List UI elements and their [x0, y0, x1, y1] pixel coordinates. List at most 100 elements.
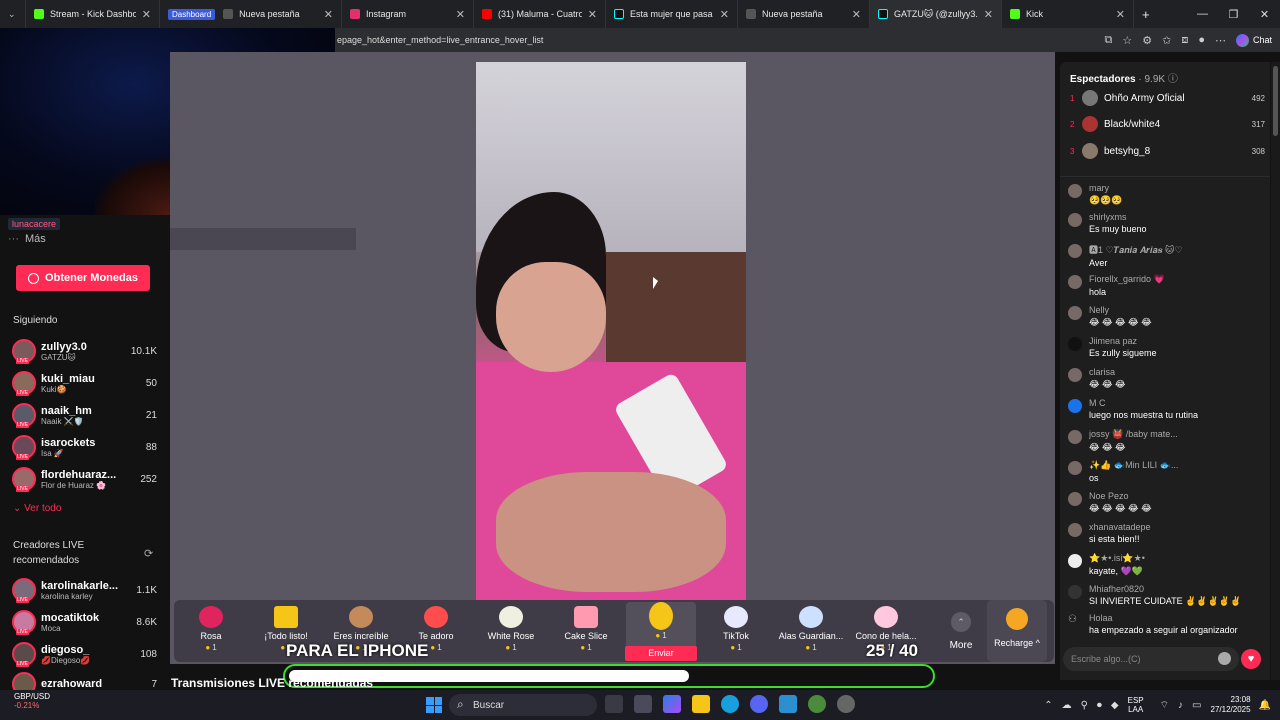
tab-new-tab-2[interactable]: Nueva pestaña ✕ [738, 0, 870, 28]
tab-tiktok-live[interactable]: GATZU🐱 (@zullyy3.0) es ✕ [870, 0, 1002, 28]
address-bar[interactable]: epage_hot&enter_method=live_entrance_hov… [335, 28, 1280, 52]
network-icon[interactable]: ⚲ [1081, 700, 1088, 711]
tab-menu-button[interactable]: ⌄ [0, 0, 26, 28]
following-item[interactable]: isarocketsIsa 🚀 88 [12, 433, 157, 461]
wifi-icon[interactable]: ⌔ [1160, 699, 1169, 712]
avatar [1068, 430, 1082, 444]
following-item[interactable]: flordehuaraz...Flor de Huaraz 🌸 252 [12, 465, 157, 493]
language-indicator[interactable]: ESP LAA [1128, 696, 1144, 714]
favorites-icon[interactable]: ✩ [1162, 34, 1171, 47]
recommended-item[interactable]: ezrahoward 7 [12, 670, 157, 690]
gift-rosa[interactable]: Rosa ● 1 [176, 602, 246, 660]
taskbar-search[interactable]: Buscar [449, 694, 597, 716]
more-gifts-button[interactable]: ⌃ More [938, 612, 984, 651]
cloud-icon[interactable]: ☁ [1062, 700, 1072, 711]
top-viewer[interactable]: 1 Ohño Army Oficial 492 [1070, 87, 1265, 109]
stream-goal-text: PARA EL IPHONE [286, 641, 429, 660]
close-icon[interactable]: ✕ [324, 8, 333, 21]
close-icon[interactable]: ✕ [852, 8, 861, 21]
chat-divider [1060, 176, 1270, 177]
chevron-up-icon[interactable]: ⌃ [1044, 700, 1052, 711]
scrollbar-thumb[interactable] [1273, 66, 1278, 136]
restore-icon[interactable]: ❐ [1218, 8, 1249, 21]
golden-gift-icon [649, 602, 673, 630]
app-icon[interactable] [779, 695, 797, 713]
recommended-item[interactable]: diegoso_💋Diegoso💋 108 [12, 640, 157, 668]
microphone-icon[interactable]: ⏺ [1097, 700, 1102, 711]
battery-icon[interactable]: ▭ [1192, 700, 1201, 711]
close-icon[interactable]: ✕ [1116, 8, 1125, 21]
gift-tiktok[interactable]: TikTok ● 1 [701, 602, 771, 660]
video-arm [496, 472, 726, 592]
chevron-up-icon: ⌃ [951, 612, 971, 632]
stage-placeholder-bar [170, 228, 356, 250]
minimize-icon[interactable]: — [1187, 8, 1218, 20]
top-viewer[interactable]: 3 betsyhg_8 308 [1070, 140, 1265, 162]
windows-start-icon[interactable] [426, 697, 442, 713]
close-icon[interactable]: ✕ [456, 8, 465, 21]
chat-message: Fiorellx_garrido 💗 hola [1068, 274, 1268, 297]
avatar [12, 371, 36, 396]
emoji-icon[interactable] [1218, 652, 1231, 665]
get-coins-button[interactable]: Obtener Monedas [16, 265, 150, 291]
tab-instagram[interactable]: Instagram ✕ [342, 0, 474, 28]
store-icon[interactable] [634, 695, 652, 713]
gift-white-rose[interactable]: White Rose ● 1 [476, 602, 546, 660]
screen: ⌄ Stream - Kick Dashboard ✕ Dashboard Nu… [0, 0, 1280, 720]
following-item[interactable]: naaik_hmNaaik ⚔️🛡️ 21 [12, 401, 157, 429]
discord-icon[interactable] [750, 695, 768, 713]
profile-icon[interactable]: ● [1198, 34, 1205, 46]
new-tab-button[interactable]: + [1134, 0, 1164, 28]
gift-alas-guardian[interactable]: Alas Guardian... ● 1 [776, 602, 846, 660]
extensions-icon[interactable]: ⚙ [1142, 34, 1152, 47]
app-icon[interactable] [837, 695, 855, 713]
settings-more-icon[interactable]: ⋯ [1215, 34, 1226, 47]
avatar [12, 578, 36, 603]
copilot-chat-button[interactable]: Chat [1235, 33, 1272, 47]
close-window-icon[interactable]: ✕ [1249, 8, 1280, 21]
clock[interactable]: 23:08 27/12/2025 [1211, 695, 1251, 715]
following-item[interactable]: zullyy3.0GATZU🐱 10.1K [12, 337, 157, 365]
tiktok-icon [614, 9, 624, 19]
tab-youtube[interactable]: (31) Maluma - Cuatro ✕ [474, 0, 606, 28]
tab-new-tab-1[interactable]: Dashboard Nueva pestaña ✕ [160, 0, 342, 28]
recommended-item[interactable]: mocatiktokMoca 8.6K [12, 608, 157, 636]
file-explorer-icon[interactable] [692, 695, 710, 713]
chat-input[interactable]: Escribe algo...(C) [1063, 647, 1239, 671]
following-item[interactable]: kuki_miauKuki🍪 50 [12, 369, 157, 397]
ice-cream-icon [874, 606, 898, 628]
close-icon[interactable]: ✕ [588, 8, 597, 21]
send-gift-button[interactable]: Enviar [625, 646, 697, 661]
gift-cake-slice[interactable]: Cake Slice ● 1 [551, 602, 621, 660]
copilot-app-icon[interactable] [663, 695, 681, 713]
tab-kick-dashboard[interactable]: Stream - Kick Dashboard ✕ [26, 0, 160, 28]
avatar [1068, 337, 1082, 351]
app-icon[interactable] [808, 695, 826, 713]
notification-bell-icon[interactable]: 🔔 [1259, 700, 1271, 711]
kick-icon [1010, 9, 1020, 19]
url-text[interactable]: epage_hot&enter_method=live_entrance_hov… [335, 35, 1105, 45]
favorite-star-icon[interactable]: ☆ [1122, 34, 1132, 47]
more-menu[interactable]: ··· Más [8, 233, 46, 245]
close-icon[interactable]: ✕ [142, 8, 151, 21]
refresh-icon[interactable]: ⟳ [144, 547, 153, 560]
edge-browser-icon[interactable] [721, 695, 739, 713]
stock-ticker-widget[interactable]: GBP/USD -0.21% [14, 692, 50, 710]
page-scrollbar[interactable] [1271, 62, 1280, 680]
close-icon[interactable]: ✕ [984, 8, 993, 21]
recharge-button[interactable]: Recharge ^ [987, 600, 1047, 662]
close-icon[interactable]: ✕ [720, 8, 729, 21]
recommended-item[interactable]: karolinakarle...karolina karley 1.1K [12, 576, 157, 604]
tab-tiktok-video[interactable]: Esta mujer que pasa los 30 ✕ [606, 0, 738, 28]
top-viewer[interactable]: 2 Black/white4 317 [1070, 113, 1265, 135]
info-icon[interactable]: ⓘ [1168, 74, 1178, 85]
collections-icon[interactable]: ⧈ [1181, 34, 1188, 47]
volume-icon[interactable]: ♪ [1178, 700, 1183, 711]
like-heart-button[interactable]: ♥ [1241, 649, 1261, 669]
tab-kick[interactable]: Kick ✕ [1002, 0, 1134, 28]
task-view-icon[interactable] [605, 695, 623, 713]
open-in-app-icon[interactable]: ⧉ [1105, 34, 1113, 47]
live-video[interactable] [476, 62, 746, 602]
see-all-link[interactable]: ⌄ Ver todo [13, 503, 61, 514]
app-tray-icon[interactable]: ◆ [1111, 700, 1119, 711]
